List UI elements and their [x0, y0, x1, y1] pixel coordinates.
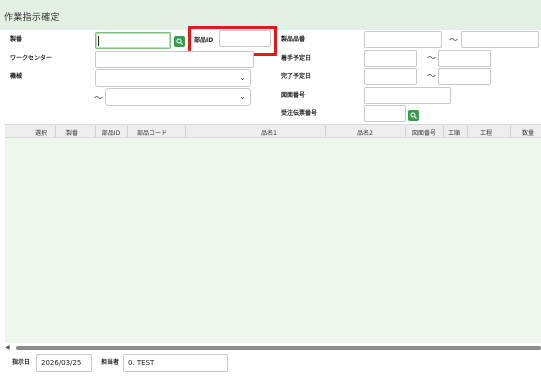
- column-header-kojun[interactable]: 工順: [448, 128, 460, 137]
- window-title: 作業指示確定: [4, 13, 60, 23]
- column-header-buhin-code[interactable]: 部品コード: [137, 128, 167, 137]
- chevron-down-icon: ⌄: [239, 73, 246, 82]
- scroll-left-icon[interactable]: ◀: [5, 344, 10, 351]
- footer: 指示日 2026/03/25 担当者 0. TEST: [0, 351, 541, 379]
- juchu-search-button[interactable]: [408, 110, 419, 121]
- range-tilde: ～: [94, 94, 104, 104]
- grid-body[interactable]: [5, 138, 541, 343]
- zumen-label: 図面番号: [281, 92, 306, 99]
- seiban-input[interactable]: [95, 32, 171, 49]
- column-header-seiban[interactable]: 製番: [66, 128, 78, 137]
- seihin-hinban-label: 製品品番: [281, 36, 306, 43]
- column-header-zumen[interactable]: 図面番号: [412, 128, 436, 137]
- kikai-to-select[interactable]: ⌄: [105, 88, 251, 106]
- work-center-input[interactable]: [95, 51, 254, 68]
- range-tilde: ～: [449, 36, 459, 46]
- kikai-label: 機械: [10, 73, 23, 80]
- kanryo-to-input[interactable]: [438, 68, 491, 85]
- tanto-label: 担当者: [101, 359, 120, 366]
- search-icon: [176, 38, 183, 45]
- kanryo-label: 完了予定日: [281, 73, 312, 80]
- column-header-suryo[interactable]: 数量: [522, 128, 534, 137]
- chevron-down-icon: ⌄: [239, 92, 246, 101]
- column-header-hinmei2[interactable]: 品名2: [357, 128, 373, 137]
- grid-header: 選択 製番 部品ID 部品コード 品名1 品名2 図面番号 工順 工程 数量: [5, 124, 541, 138]
- column-header-buhin-id[interactable]: 部品ID: [102, 128, 120, 137]
- tanto-input[interactable]: 0. TEST: [123, 354, 228, 372]
- kanryo-from-input[interactable]: [364, 68, 417, 85]
- search-icon: [410, 112, 417, 119]
- scrollbar-thumb[interactable]: [16, 346, 541, 350]
- work-center-label: ワークセンター: [10, 55, 53, 62]
- seihin-hinban-from-input[interactable]: [364, 31, 442, 48]
- shiji-date-input[interactable]: 2026/03/25: [36, 354, 92, 372]
- range-tilde: ～: [427, 72, 437, 82]
- seiban-label: 製番: [10, 36, 23, 43]
- chakushu-label: 着手予定日: [281, 55, 312, 62]
- seihin-hinban-to-input[interactable]: [461, 31, 539, 48]
- range-tilde: ～: [427, 54, 437, 64]
- juchu-label: 受注伝票番号: [281, 110, 318, 117]
- zumen-input[interactable]: [364, 87, 451, 104]
- kikai-select[interactable]: ⌄: [95, 69, 251, 87]
- column-header-sentaku[interactable]: 選択: [35, 128, 47, 137]
- shiji-label: 指示日: [12, 359, 31, 366]
- juchu-input[interactable]: [364, 105, 406, 122]
- column-header-kotei[interactable]: 工程: [480, 128, 492, 137]
- seiban-search-button[interactable]: [174, 36, 185, 47]
- chakushu-from-input[interactable]: [364, 50, 417, 67]
- column-header-hinmei1[interactable]: 品名1: [261, 128, 277, 137]
- chakushu-to-input[interactable]: [438, 50, 491, 67]
